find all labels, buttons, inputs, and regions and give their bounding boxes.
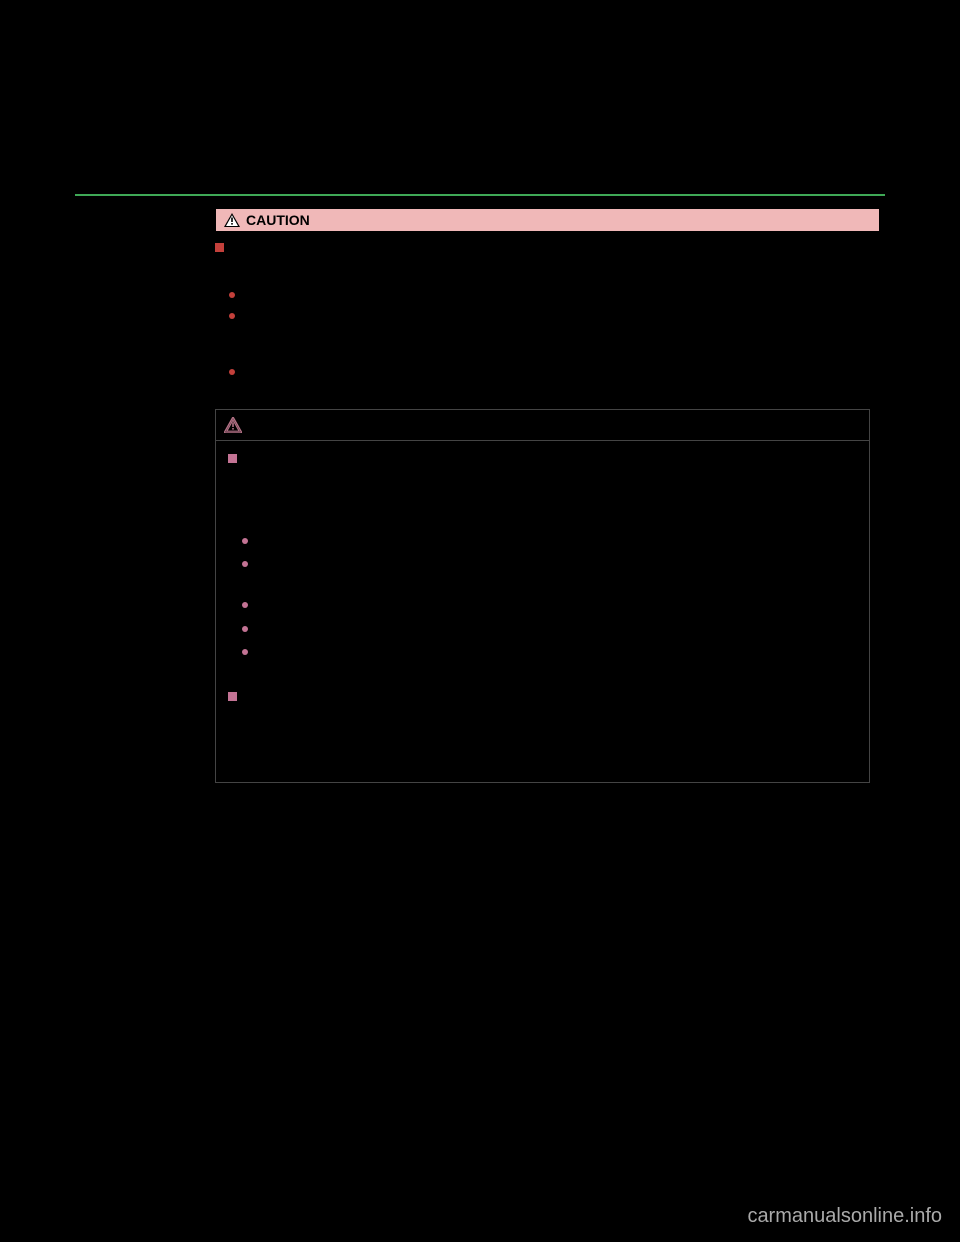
notice-label: NOTICE xyxy=(248,415,301,435)
notice-section2-title: Precautions for the camera and sensors xyxy=(228,689,857,706)
pink-square-icon xyxy=(228,692,237,701)
notice-header: NOTICE xyxy=(216,410,869,441)
list-item: If you notice that the position of the v… xyxy=(229,287,870,304)
pink-square-icon xyxy=(228,454,237,463)
breadcrumb: 4-5. Using the driving support systems xyxy=(664,175,885,190)
list-item: When the vehicle is equipped with a susp… xyxy=(242,644,857,679)
notice-section2-body: If a camera or sensor is misaligned due … xyxy=(228,710,857,762)
watermark: carmanualsonline.info xyxy=(747,1205,942,1228)
caution-section-title: While driving (when parking using the me… xyxy=(215,240,870,257)
warning-icon xyxy=(224,213,240,227)
list-item: When in an area other than a parking lot… xyxy=(242,533,857,550)
list-item: When tires other than the specified size… xyxy=(242,621,857,638)
caution-label: CAUTION xyxy=(246,212,310,228)
list-item: If the vehicle stops in a position diffe… xyxy=(229,308,870,360)
page-number: 329 xyxy=(75,175,97,190)
list-item: While Advanced Park is operating, if a m… xyxy=(229,364,870,399)
notice-bullets: When in an area other than a parking lot… xyxy=(228,533,857,679)
list-item: When the snow or mud is stuck on the cam… xyxy=(242,556,857,591)
notice-box: NOTICE Precautions for when driving In s… xyxy=(215,409,870,783)
list-item: When a cover or sticker is attached to t… xyxy=(242,597,857,614)
notice-section1-intro: In situations such as the following, the… xyxy=(228,473,857,525)
caution-intro: In the following situations, stop the ve… xyxy=(215,261,870,278)
divider xyxy=(75,194,885,196)
red-square-icon xyxy=(215,243,224,252)
caution-header: CAUTION xyxy=(215,208,880,232)
notice-icon xyxy=(224,417,242,433)
page-header: 329 4-5. Using the driving support syste… xyxy=(75,175,885,190)
notice-section1-title: Precautions for when driving xyxy=(228,451,857,468)
caution-bullets: If you notice that the position of the v… xyxy=(215,287,870,399)
